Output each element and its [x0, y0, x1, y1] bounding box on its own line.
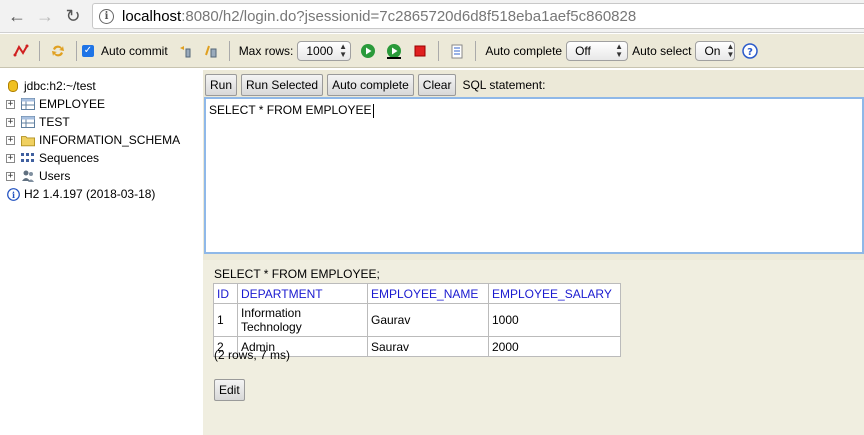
- result-status: (2 rows, 7 ms): [214, 348, 291, 362]
- toolbar-divider: [475, 40, 477, 61]
- info-icon[interactable]: i: [99, 8, 114, 24]
- table-cell: Saurav: [367, 336, 489, 357]
- max-rows-label: Max rows:: [238, 43, 294, 58]
- version-label: H2 1.4.197 (2018-03-18): [24, 187, 156, 201]
- tree-item-label: EMPLOYEE: [39, 97, 106, 111]
- folder-icon: [21, 133, 35, 147]
- auto-select-label: Auto select: [632, 43, 692, 58]
- text-caret: [372, 103, 374, 118]
- connection-label: jdbc:h2:~/test: [24, 79, 96, 93]
- auto-complete-value: Off: [575, 43, 591, 58]
- tree-item-users[interactable]: + Users: [6, 167, 70, 185]
- stop-icon[interactable]: [411, 42, 429, 60]
- info-icon: i: [6, 187, 20, 201]
- back-arrow-icon[interactable]: ←: [6, 5, 28, 27]
- svg-text:i: i: [11, 190, 14, 200]
- table-row: 1 Information Technology Gaurav 1000: [213, 303, 621, 337]
- sql-editor[interactable]: SELECT * FROM EMPLOYEE: [204, 97, 864, 254]
- max-rows-select[interactable]: 1000 ▲ ▼: [297, 40, 352, 61]
- object-tree: jdbc:h2:~/test + EMPLOYEE + TEST + INFOR…: [0, 70, 203, 435]
- tree-item-label: Sequences: [39, 151, 100, 165]
- max-rows-value: 1000: [306, 43, 334, 58]
- users-icon: [21, 169, 35, 183]
- run-icon[interactable]: [359, 42, 377, 60]
- expand-icon[interactable]: +: [6, 153, 15, 163]
- reload-icon[interactable]: ↻: [62, 5, 84, 27]
- column-header[interactable]: EMPLOYEE_SALARY: [488, 283, 621, 304]
- table-cell: 1000: [488, 303, 621, 337]
- expand-icon[interactable]: +: [6, 171, 15, 181]
- tree-item-label: TEST: [39, 115, 70, 129]
- auto-commit-label: Auto commit: [101, 43, 168, 58]
- browser-bar: ← → ↻ i localhost:8080/h2/login.do?jsess…: [0, 0, 864, 33]
- select-arrows-icon: ▲ ▼: [339, 41, 347, 59]
- tree-connection[interactable]: jdbc:h2:~/test: [6, 77, 96, 95]
- toolbar-divider: [76, 40, 77, 61]
- expand-icon[interactable]: +: [6, 99, 15, 109]
- column-header[interactable]: DEPARTMENT: [237, 283, 368, 304]
- auto-select-value: On: [704, 43, 721, 58]
- toolbar-divider: [39, 40, 40, 61]
- table-header-row: ID DEPARTMENT EMPLOYEE_NAME EMPLOYEE_SAL…: [213, 283, 621, 304]
- sql-editor-text: SELECT * FROM EMPLOYEE: [209, 103, 372, 117]
- sql-button-bar: Run Run Selected Auto complete Clear SQL…: [205, 74, 545, 96]
- tree-item-label: Users: [39, 169, 71, 183]
- table-cell: Gaurav: [367, 303, 489, 337]
- svg-text:?: ?: [748, 47, 754, 58]
- table-cell: 2000: [488, 336, 621, 357]
- run-selected-button[interactable]: Run Selected: [241, 74, 324, 96]
- column-header[interactable]: ID: [213, 283, 238, 304]
- expand-icon[interactable]: +: [6, 117, 15, 127]
- disconnect-icon[interactable]: [12, 42, 30, 60]
- expand-icon[interactable]: +: [6, 135, 15, 145]
- column-header[interactable]: EMPLOYEE_NAME: [367, 283, 489, 304]
- database-icon: [6, 79, 20, 93]
- result-table: ID DEPARTMENT EMPLOYEE_NAME EMPLOYEE_SAL…: [213, 283, 621, 357]
- tree-item-label: INFORMATION_SCHEMA: [39, 133, 181, 147]
- table-icon: [21, 115, 35, 129]
- url-path: :8080/h2/login.do?jsessionid=7c2865720d6…: [181, 7, 637, 25]
- sql-panel: Run Run Selected Auto complete Clear SQL…: [203, 70, 864, 260]
- auto-select-select[interactable]: On ▲ ▼: [695, 40, 736, 61]
- tree-item-test[interactable]: + TEST: [6, 113, 70, 131]
- select-arrows-icon: ▲ ▼: [615, 41, 624, 59]
- result-query: SELECT * FROM EMPLOYEE;: [214, 267, 380, 281]
- table-icon: [21, 97, 35, 111]
- run-selected-icon[interactable]: [385, 42, 403, 60]
- edit-button[interactable]: Edit: [214, 379, 245, 401]
- run-button[interactable]: Run: [205, 74, 238, 96]
- sql-statement-label: SQL statement:: [462, 78, 546, 92]
- select-arrows-icon: ▲ ▼: [726, 41, 735, 59]
- result-panel: SELECT * FROM EMPLOYEE; ID DEPARTMENT EM…: [203, 260, 864, 435]
- clear-button[interactable]: Clear: [417, 74, 457, 96]
- table-cell: 1: [213, 303, 238, 337]
- refresh-icon[interactable]: [49, 42, 67, 60]
- auto-complete-select[interactable]: Off ▲ ▼: [566, 40, 629, 61]
- sequences-icon: [21, 151, 35, 165]
- auto-commit-checkbox[interactable]: ✓: [82, 44, 94, 57]
- tree-item-sequences[interactable]: + Sequences: [6, 149, 99, 167]
- forward-arrow-icon[interactable]: →: [34, 5, 56, 27]
- rollback-icon[interactable]: [176, 42, 194, 60]
- toolbar-divider: [228, 40, 230, 61]
- auto-complete-button[interactable]: Auto complete: [327, 74, 414, 96]
- history-icon[interactable]: [448, 42, 466, 60]
- url-host: localhost: [122, 7, 182, 25]
- tree-item-employee[interactable]: + EMPLOYEE: [6, 95, 105, 113]
- help-icon[interactable]: ?: [741, 42, 759, 60]
- address-bar[interactable]: i localhost:8080/h2/login.do?jsessionid=…: [92, 3, 864, 29]
- auto-complete-label: Auto complete: [485, 43, 563, 58]
- commit-icon[interactable]: [202, 42, 220, 60]
- tree-version: i H2 1.4.197 (2018-03-18): [6, 185, 155, 203]
- toolbar-divider: [438, 40, 440, 61]
- tree-item-information-schema[interactable]: + INFORMATION_SCHEMA: [6, 131, 180, 149]
- toolbar: ✓ Auto commit Max rows: 1000 ▲ ▼ Auto comp…: [0, 34, 864, 68]
- table-cell: Information Technology: [237, 303, 368, 337]
